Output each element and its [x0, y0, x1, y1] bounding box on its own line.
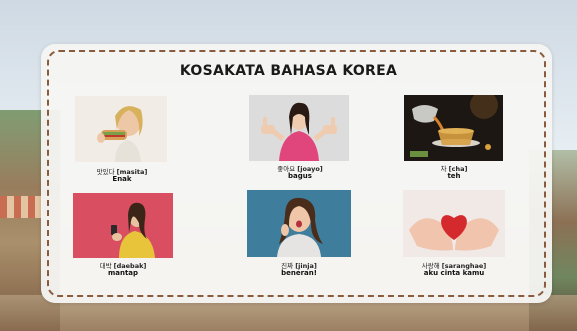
- card-meaning-enak: Enak: [112, 175, 132, 183]
- hands-holding-heart-image: [403, 190, 505, 257]
- market-awning: [0, 196, 42, 218]
- card-meaning-mantap: mantap: [107, 269, 139, 277]
- card-meaning-aku-cinta-kamu: aku cinta kamu: [423, 269, 485, 277]
- woman-eating-sandwich-image: [75, 96, 167, 162]
- card-meaning-bagus: bagus: [288, 172, 312, 180]
- card-meaning-beneran: beneran!: [281, 269, 317, 277]
- tea-pouring-image: [404, 95, 503, 161]
- page-title: KOSAKATA BAHASA KOREA: [179, 63, 398, 79]
- woman-with-phone-image: [73, 193, 173, 258]
- card-meaning-teh: teh: [447, 172, 461, 180]
- woman-thumbs-up-image: [249, 95, 349, 161]
- surprised-woman-image: [247, 190, 351, 257]
